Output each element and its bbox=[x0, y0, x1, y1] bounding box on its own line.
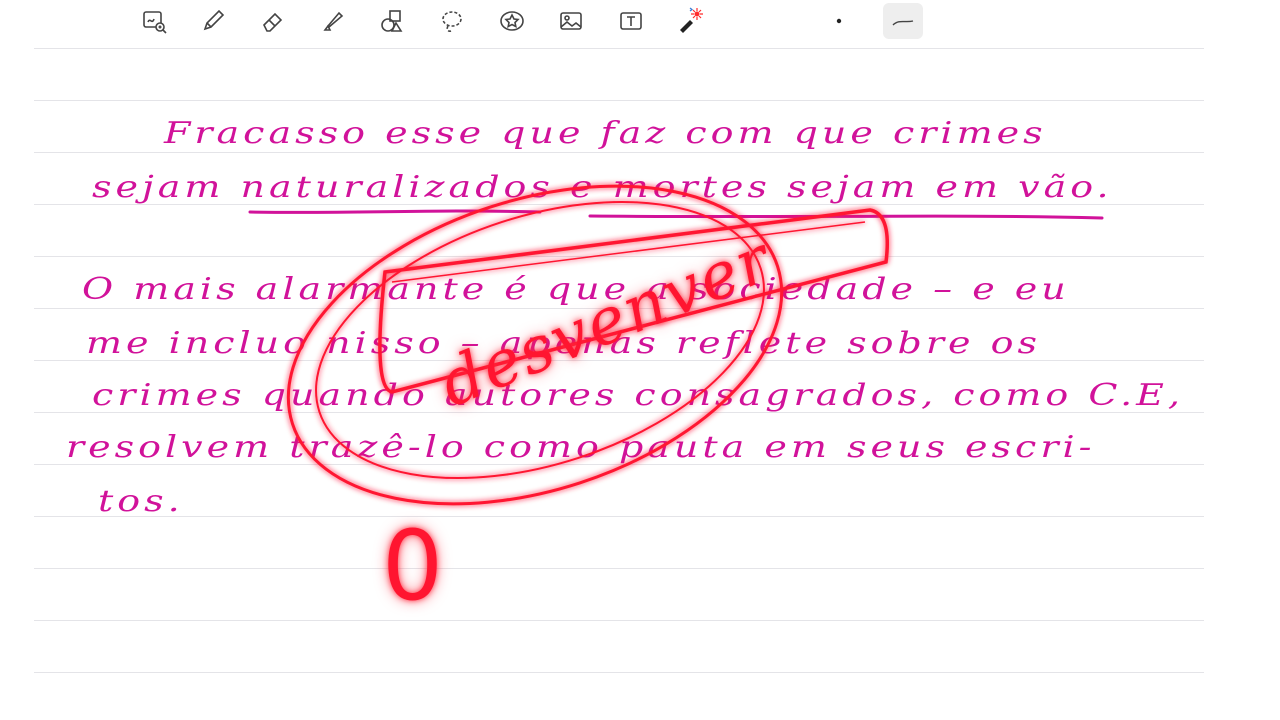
text-box-icon bbox=[620, 12, 642, 30]
handwritten-line-2: sejam naturalizados e mortes sejam em vã… bbox=[92, 169, 1113, 204]
stroke-style-curve[interactable] bbox=[883, 3, 923, 39]
ruled-line bbox=[34, 412, 1204, 413]
dot-icon bbox=[836, 18, 842, 24]
pen-icon bbox=[203, 9, 225, 31]
handwritten-line-5: crimes quando autores consagrados, como … bbox=[92, 377, 1184, 412]
lasso-zoom-tool[interactable] bbox=[137, 4, 171, 38]
star-sticker-icon bbox=[500, 11, 524, 31]
handwritten-line-6: resolvem trazê-lo como pauta em seus esc… bbox=[66, 429, 1096, 464]
ruled-line bbox=[34, 516, 1204, 517]
text-tool[interactable] bbox=[614, 4, 648, 38]
ruled-line bbox=[34, 152, 1204, 153]
stroke-size-dot[interactable] bbox=[822, 4, 856, 38]
handwritten-line-1: Fracasso esse que faz com que crimes bbox=[164, 115, 1047, 150]
laser-pointer-tool[interactable] bbox=[672, 4, 706, 38]
ruled-line bbox=[34, 204, 1204, 205]
eraser-icon bbox=[263, 12, 283, 32]
laser-pointer-icon bbox=[680, 7, 703, 33]
pen-tool[interactable] bbox=[196, 4, 230, 38]
ruled-line bbox=[34, 48, 1204, 49]
toolbar bbox=[0, 0, 1280, 44]
image-tool[interactable] bbox=[554, 4, 588, 38]
image-icon bbox=[560, 12, 582, 30]
ruled-line bbox=[34, 360, 1204, 361]
lasso-tool[interactable] bbox=[435, 4, 469, 38]
paragraph-number: 0 bbox=[382, 510, 444, 622]
lasso-icon bbox=[442, 11, 462, 32]
curve-stroke-icon bbox=[892, 20, 914, 26]
shapes-icon bbox=[381, 10, 403, 32]
ruled-line bbox=[34, 620, 1204, 621]
ruled-line bbox=[34, 464, 1204, 465]
highlighter-tool[interactable] bbox=[316, 4, 350, 38]
highlighter-icon bbox=[323, 11, 344, 31]
zoom-lasso-icon bbox=[143, 11, 167, 34]
handwritten-line-7: tos. bbox=[98, 483, 184, 518]
sticker-tool[interactable] bbox=[495, 4, 529, 38]
eraser-tool[interactable] bbox=[256, 4, 290, 38]
ruled-line bbox=[34, 256, 1204, 257]
ruled-line bbox=[34, 100, 1204, 101]
ruled-line bbox=[34, 568, 1204, 569]
ruled-line bbox=[34, 672, 1204, 673]
shapes-tool[interactable] bbox=[375, 4, 409, 38]
